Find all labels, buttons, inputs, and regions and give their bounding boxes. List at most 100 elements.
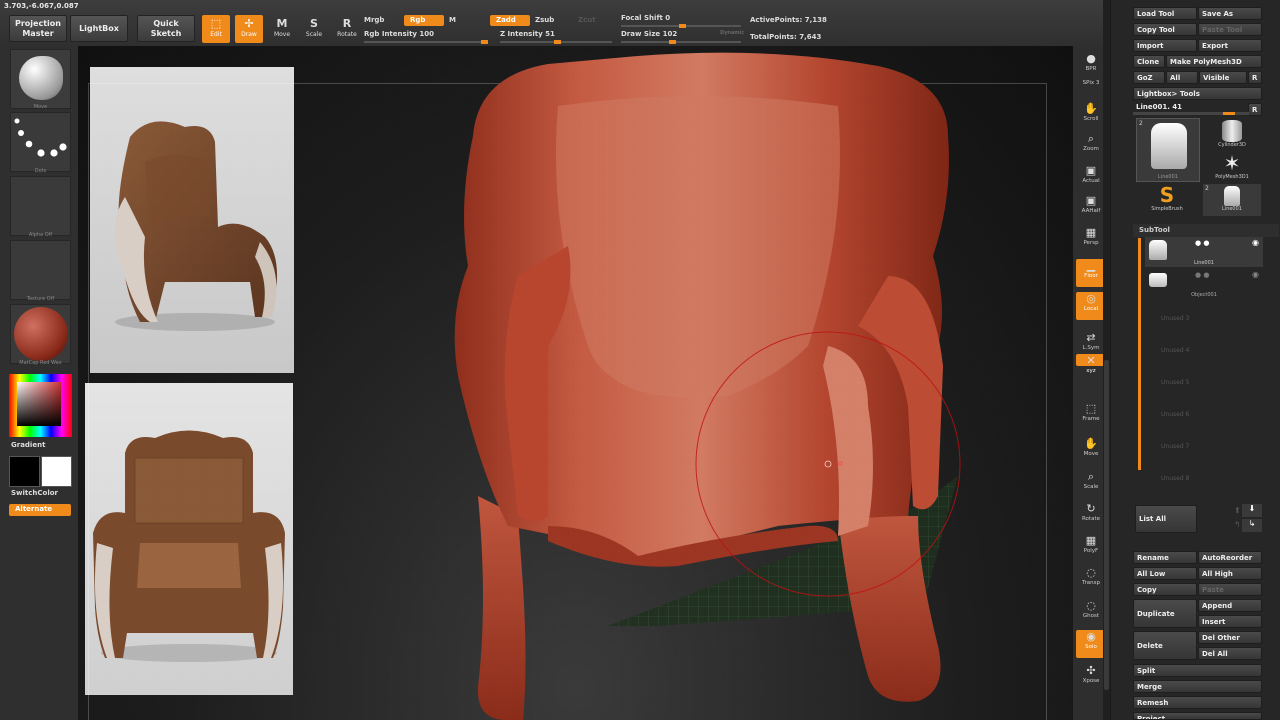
shelf-button-zoom[interactable]: ⌕ Zoom xyxy=(1076,132,1106,160)
mrgb-toggle[interactable]: Mrgb xyxy=(364,16,384,24)
shelf-button-transp[interactable]: ◌ Transp xyxy=(1076,566,1106,594)
switch-color-button[interactable]: SwitchColor xyxy=(11,489,58,497)
make-polymesh-button[interactable]: Make PolyMesh3D xyxy=(1166,55,1262,68)
paste-tool-button[interactable]: Paste Tool xyxy=(1198,23,1262,36)
all-high-button[interactable]: All High xyxy=(1198,567,1262,580)
slider-knob[interactable] xyxy=(1223,112,1235,115)
shelf-button-actual[interactable]: ▣ Actual xyxy=(1076,164,1106,192)
shelf-button-local[interactable]: ◎ Local xyxy=(1076,292,1106,320)
subtool-visibility-dots[interactable]: ● ● xyxy=(1195,239,1209,247)
insert-button[interactable]: Insert xyxy=(1198,615,1262,628)
clay-chair-model[interactable] xyxy=(78,46,1073,720)
focal-shift-slider[interactable] xyxy=(621,24,741,28)
projection-master-button[interactable]: Projection Master xyxy=(9,15,67,42)
load-tool-button[interactable]: Load Tool xyxy=(1133,7,1197,20)
rotate-tool-button[interactable]: R Rotate xyxy=(333,15,361,43)
draw-size-slider[interactable] xyxy=(621,40,741,44)
scrollbar-thumb[interactable] xyxy=(1104,360,1109,690)
move-down-button[interactable]: ⬇ xyxy=(1242,504,1262,517)
shelf-button-aahalf[interactable]: ▣ AAHalf xyxy=(1076,194,1106,222)
shelf-button-floor[interactable]: ▁ Floor xyxy=(1076,259,1106,287)
delete-button[interactable]: Delete xyxy=(1133,631,1197,660)
project-button[interactable]: Project xyxy=(1133,712,1262,720)
edit-tool-button[interactable]: ⬚ Edit xyxy=(202,15,230,43)
tool-thumb-line001[interactable]: 2 Line001 xyxy=(1136,118,1200,182)
rgb-intensity-slider[interactable] xyxy=(364,40,488,44)
tool-thumb-line001-small[interactable]: 2 Line001 xyxy=(1203,184,1261,216)
save-as-button[interactable]: Save As xyxy=(1198,7,1262,20)
list-all-button[interactable]: List All xyxy=(1135,505,1197,533)
color-square[interactable] xyxy=(17,382,61,426)
import-button[interactable]: Import xyxy=(1133,39,1197,52)
subtool-header[interactable]: SubTool xyxy=(1133,224,1279,237)
z-intensity-slider[interactable] xyxy=(500,40,612,44)
shelf-button-solo[interactable]: ◉ Solo xyxy=(1076,630,1106,658)
rename-button[interactable]: Rename xyxy=(1133,551,1197,564)
all-low-button[interactable]: All Low xyxy=(1133,567,1197,580)
subtool-scroll-indicator[interactable] xyxy=(1138,238,1141,470)
del-other-button[interactable]: Del Other xyxy=(1198,631,1262,644)
draw-tool-button[interactable]: ✢ Draw xyxy=(235,15,263,43)
r-button[interactable]: R xyxy=(1248,71,1262,84)
shelf-button-polyf[interactable]: ▦ PolyF xyxy=(1076,534,1106,562)
dynamic-toggle[interactable]: Dynamic xyxy=(720,30,744,36)
slider-knob[interactable] xyxy=(669,40,676,44)
zcut-toggle[interactable]: Zcut xyxy=(578,16,596,24)
shelf-button-ghost[interactable]: ◌ Ghost xyxy=(1076,599,1106,627)
secondary-color-swatch[interactable] xyxy=(41,456,72,487)
texture-selector[interactable] xyxy=(10,240,71,300)
goz-button[interactable]: GoZ xyxy=(1133,71,1165,84)
eye-icon[interactable]: ◉ xyxy=(1252,270,1259,279)
merge-button[interactable]: Merge xyxy=(1133,680,1262,693)
primary-color-swatch[interactable] xyxy=(9,456,40,487)
copy-tool-button[interactable]: Copy Tool xyxy=(1133,23,1197,36)
shelf-button-scale[interactable]: ⌕ Scale xyxy=(1076,470,1106,498)
visible-button[interactable]: Visible xyxy=(1199,71,1247,84)
slider-knob[interactable] xyxy=(481,40,488,44)
brush-selector[interactable] xyxy=(10,49,71,109)
arrow-right-button[interactable]: ↳ xyxy=(1242,519,1262,532)
append-button[interactable]: Append xyxy=(1198,599,1262,612)
gradient-toggle[interactable]: Gradient xyxy=(11,441,45,449)
copy-subtool-button[interactable]: Copy xyxy=(1133,583,1197,596)
shelf-button-rotate[interactable]: ↻ Rotate xyxy=(1076,502,1106,530)
tool-thumb-cylinder[interactable]: Cylinder3D xyxy=(1203,118,1261,150)
stroke-selector[interactable] xyxy=(10,112,71,172)
shelf-button-spix-3[interactable]: SPix 3 xyxy=(1076,80,1106,92)
right-scrollbar[interactable] xyxy=(1103,0,1110,720)
subtool-item-line001[interactable]: ● ● ◉ Line001 xyxy=(1145,237,1263,267)
export-button[interactable]: Export xyxy=(1198,39,1262,52)
lightbox-tools-button[interactable]: Lightbox> Tools xyxy=(1133,87,1262,100)
goz-all-button[interactable]: All xyxy=(1166,71,1198,84)
paste-subtool-button[interactable]: Paste xyxy=(1198,583,1262,596)
rgb-toggle[interactable]: Rgb xyxy=(404,15,444,26)
auto-reorder-button[interactable]: AutoReorder xyxy=(1198,551,1262,564)
tool-thumb-polymesh[interactable]: ✶ PolyMesh3D1 xyxy=(1203,152,1261,184)
tool-r-button[interactable]: R xyxy=(1248,103,1262,116)
zsub-toggle[interactable]: Zsub xyxy=(535,16,554,24)
scale-tool-button[interactable]: S Scale xyxy=(300,15,328,43)
alpha-selector[interactable] xyxy=(10,176,71,236)
alternate-button[interactable]: Alternate xyxy=(9,504,71,516)
shelf-button-bpr[interactable]: ● BPR xyxy=(1076,52,1106,80)
split-button[interactable]: Split xyxy=(1133,664,1262,677)
shelf-button-move[interactable]: ✋ Move xyxy=(1076,437,1106,465)
shelf-button-persp[interactable]: ▦ Persp xyxy=(1076,226,1106,254)
lightbox-button[interactable]: LightBox xyxy=(70,15,128,42)
clone-button[interactable]: Clone xyxy=(1133,55,1165,68)
shelf-button-frame[interactable]: ⬚ Frame xyxy=(1076,402,1106,430)
duplicate-button[interactable]: Duplicate xyxy=(1133,599,1197,628)
tool-slider[interactable] xyxy=(1133,112,1249,115)
subtool-item-object001[interactable]: ● ● ◉ Object001 xyxy=(1145,269,1263,299)
move-tool-button[interactable]: M Move xyxy=(268,15,296,43)
remesh-button[interactable]: Remesh xyxy=(1133,696,1262,709)
shelf-button-xpose[interactable]: ✣ Xpose xyxy=(1076,664,1106,692)
shelf-button-xyz[interactable]: ✕ xyz xyxy=(1076,354,1106,374)
slider-knob[interactable] xyxy=(679,24,686,28)
tool-thumb-simplebrush[interactable]: S SimpleBrush xyxy=(1136,184,1198,216)
quick-sketch-button[interactable]: Quick Sketch xyxy=(137,15,195,42)
material-selector[interactable] xyxy=(10,304,71,364)
zadd-toggle[interactable]: Zadd xyxy=(490,15,530,26)
eye-icon[interactable]: ◉ xyxy=(1252,238,1259,247)
m-toggle[interactable]: M xyxy=(449,16,456,24)
